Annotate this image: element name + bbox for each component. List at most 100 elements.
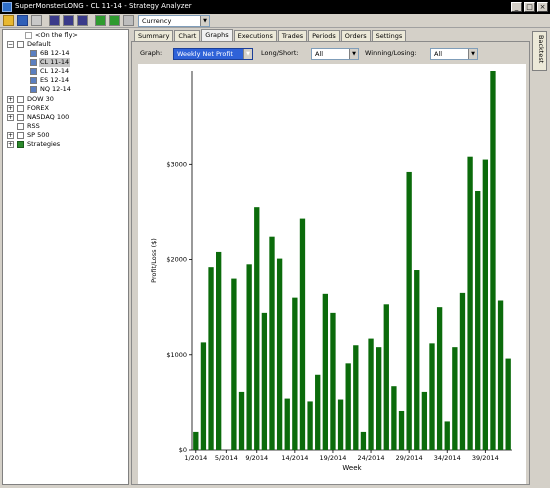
- stop-icon[interactable]: [123, 15, 134, 26]
- collapse-icon[interactable]: −: [7, 41, 14, 48]
- tree-item-label: Default: [27, 40, 51, 48]
- y-tick-label: $1000: [166, 351, 187, 359]
- list-icon: [17, 132, 24, 139]
- chart-bar: [246, 264, 252, 450]
- tree-item-label: ES 12-14: [40, 76, 70, 84]
- chart-bar: [208, 267, 214, 450]
- chart-bar: [307, 401, 313, 450]
- expand-icon[interactable]: +: [7, 96, 14, 103]
- graph-label: Graph:: [140, 49, 163, 57]
- currency-combo[interactable]: Currency ▼: [138, 15, 210, 27]
- right-dock: Backtest: [531, 29, 548, 485]
- toolbar: Currency ▼: [0, 14, 550, 28]
- run-icon[interactable]: [109, 15, 120, 26]
- instrument-icon: [30, 77, 37, 84]
- list-icon: [17, 123, 24, 130]
- maximize-button[interactable]: □: [524, 2, 535, 12]
- long-short-select[interactable]: All ▼: [311, 48, 359, 60]
- chevron-down-icon: ▼: [200, 16, 209, 26]
- tree-item-label: <On the fly>: [35, 31, 78, 39]
- chart-bar: [391, 386, 397, 450]
- expand-icon[interactable]: +: [7, 141, 14, 148]
- app-icon: [2, 2, 12, 12]
- expand-icon[interactable]: +: [7, 132, 14, 139]
- chevron-down-icon: ▼: [349, 49, 358, 59]
- y-tick-label: $0: [179, 446, 187, 454]
- currency-combo-value: Currency: [142, 17, 172, 25]
- list-icon: [17, 96, 24, 103]
- chart-bar: [414, 270, 420, 450]
- chart-bar: [284, 398, 290, 450]
- instrument-icon: [30, 59, 37, 66]
- tree-item-label: DOW 30: [27, 95, 54, 103]
- chart-bar: [299, 218, 306, 450]
- x-tick-label: 39/2014: [472, 454, 499, 462]
- chart-bar: [421, 391, 428, 450]
- graphs-panel: Graph: Weekly Net Profit ▼ Long/Short: A…: [131, 41, 530, 485]
- winning-losing-select[interactable]: All ▼: [430, 48, 478, 60]
- chart-bar: [216, 251, 222, 450]
- tree-item-label: NASDAQ 100: [27, 113, 70, 121]
- tree-item-label: FOREX: [27, 104, 49, 112]
- instrument-icon: [30, 68, 37, 75]
- chart-bar: [315, 374, 321, 450]
- chart-bar: [497, 300, 504, 450]
- title-bar: SuperMonsterLONG - CL 11-14 - Strategy A…: [0, 0, 550, 14]
- chart-bar: [429, 343, 435, 450]
- chart-bar: [330, 312, 336, 450]
- weekly-net-profit-chart: $0 $1000 $2000 $3000 1/2014 5/2014 9/2014 14/20…: [138, 64, 526, 484]
- chevron-down-icon: ▼: [468, 49, 477, 59]
- save-icon[interactable]: [17, 15, 28, 26]
- table-view-icon[interactable]: [77, 15, 88, 26]
- print-icon[interactable]: [31, 15, 42, 26]
- long-short-select-value: All: [315, 50, 324, 58]
- graph-select[interactable]: Weekly Net Profit ▼: [173, 48, 253, 60]
- chart-bar: [292, 297, 298, 450]
- chart-bar: [482, 159, 488, 450]
- chart-bar: [261, 312, 268, 450]
- tree-item-label: CL 12-14: [40, 67, 70, 75]
- tree-item-label: CL 11-14: [39, 58, 71, 67]
- tree-item-label: SP 500: [27, 131, 50, 139]
- chart-bar: [505, 358, 511, 450]
- close-button[interactable]: ×: [537, 2, 548, 12]
- y-axis-title: Profit/Loss ($): [150, 238, 158, 283]
- chart-bar: [459, 292, 466, 450]
- chart-bar: [276, 258, 283, 450]
- chart-bar: [337, 399, 344, 450]
- list-icon: [17, 114, 24, 121]
- minimize-button[interactable]: _: [511, 2, 522, 12]
- chart-bar: [444, 421, 450, 450]
- tree-item-label: Strategies: [27, 140, 61, 148]
- winning-losing-select-value: All: [434, 50, 443, 58]
- bar-chart: $0 $1000 $2000 $3000 1/2014 5/2014 9/2014 14/20…: [150, 71, 512, 472]
- summary-view-icon[interactable]: [63, 15, 74, 26]
- refresh-icon[interactable]: [95, 15, 106, 26]
- expand-icon[interactable]: +: [7, 105, 14, 112]
- expand-icon[interactable]: +: [7, 114, 14, 121]
- strategy-icon: [17, 141, 24, 148]
- chart-bar: [238, 391, 245, 450]
- chart-bar: [475, 190, 481, 450]
- x-tick-label: 19/2014: [319, 454, 346, 462]
- y-tick-label: $3000: [166, 160, 187, 168]
- long-short-label: Long/Short:: [261, 49, 299, 57]
- open-folder-icon[interactable]: [3, 15, 14, 26]
- x-tick-label: 29/2014: [396, 454, 423, 462]
- analyzer-main: Summary Chart Graphs Executions Trades P…: [131, 29, 530, 485]
- list-icon: [17, 105, 24, 112]
- chart-bar: [490, 71, 496, 450]
- chart-bar: [467, 156, 473, 450]
- x-tick-label: 1/2014: [184, 454, 207, 462]
- chart-bar: [406, 171, 412, 450]
- tree-item-label: RSS: [27, 122, 40, 130]
- chart-bar: [322, 293, 328, 450]
- instrument-tree[interactable]: <On the fly> − Default 6B 12-14 CL 11-14…: [2, 29, 129, 485]
- x-axis-title: Week: [342, 464, 362, 472]
- chart-bar: [254, 207, 260, 450]
- chart-bar: [345, 363, 351, 450]
- backtest-side-tab[interactable]: Backtest: [532, 31, 547, 71]
- chart-bar: [200, 342, 207, 450]
- chart-bar: [376, 347, 382, 450]
- grid-view-icon[interactable]: [49, 15, 60, 26]
